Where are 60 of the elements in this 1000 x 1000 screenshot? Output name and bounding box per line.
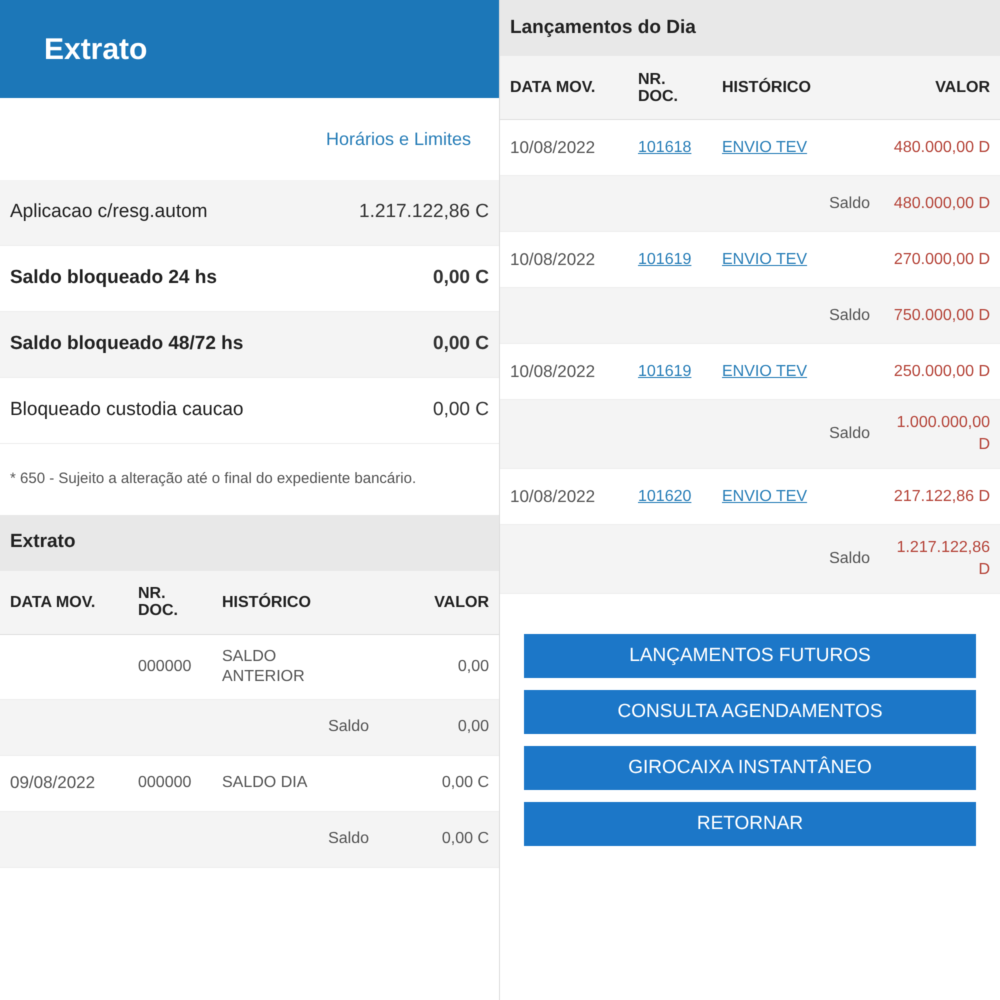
- action-button[interactable]: CONSULTA AGENDAMENTOS: [524, 690, 976, 734]
- history-link[interactable]: ENVIO TEV: [722, 486, 822, 506]
- document-cell-text: 000000: [138, 773, 192, 793]
- document-link[interactable]: 101619: [638, 360, 722, 384]
- summary-value: 0,00 C: [432, 266, 489, 290]
- history-link[interactable]: ENVIO TEV: [722, 250, 822, 270]
- history-link[interactable]: ENVIO TEV: [722, 138, 822, 158]
- column-header: VALOR: [934, 79, 990, 96]
- value-cell-text: 0,00 C: [440, 773, 489, 793]
- document-link[interactable]: 101620: [638, 484, 722, 508]
- page-title: Extrato: [44, 32, 148, 68]
- balance-label: Saldo: [828, 424, 870, 444]
- balance-label: Saldo: [828, 194, 870, 214]
- value-cell-text: 750.000,00 D: [892, 306, 990, 326]
- summary-value: 1.217.122,86 C: [359, 200, 489, 224]
- document-link[interactable]: 101618: [638, 136, 722, 160]
- summary-label: Saldo bloqueado 48/72 hs: [10, 332, 244, 356]
- hours-limits-link[interactable]: Horários e Limites: [326, 126, 471, 152]
- action-button[interactable]: RETORNAR: [524, 802, 976, 846]
- date-cell-text: 10/08/2022: [510, 248, 596, 271]
- column-header: DATA MOV.: [10, 594, 96, 610]
- history-cell-text: SALDO DIA: [222, 773, 308, 793]
- value-cell-text: 480.000,00 D: [892, 194, 990, 214]
- value-cell-text: 1.000.000,00 D: [896, 413, 990, 455]
- summary-value: 0,00 C: [432, 398, 489, 422]
- history-cell-text: SALDO ANTERIOR: [222, 646, 306, 686]
- value-cell-text: 0,00: [456, 656, 489, 676]
- value-cell-text: 270.000,00 D: [892, 250, 990, 270]
- balance-label: Saldo: [327, 829, 369, 849]
- date-cell-text: 10/08/2022: [510, 360, 596, 383]
- value-cell-text: 1.217.122,86 D: [896, 538, 990, 580]
- document-link[interactable]: 101619: [638, 248, 722, 272]
- summary-label: Saldo bloqueado 24 hs: [10, 266, 217, 290]
- column-header: DATA MOV.: [510, 79, 596, 96]
- balance-label: Saldo: [327, 717, 369, 737]
- date-cell-text: 09/08/2022: [10, 772, 96, 794]
- footnote: * 650 - Sujeito a alteração até o final do expediente bancário.: [10, 469, 418, 489]
- column-header: HISTÓRICO: [222, 594, 312, 610]
- summary-label: Aplicacao c/resg.autom: [10, 200, 208, 224]
- date-cell-text: 10/08/2022: [510, 486, 596, 508]
- summary-value: 0,00 C: [432, 332, 489, 356]
- document-cell-text: 000000: [138, 656, 192, 676]
- section-title: Extrato: [10, 530, 76, 554]
- section-title: Lançamentos do Dia: [510, 16, 696, 40]
- column-header: HISTÓRICO: [722, 79, 812, 96]
- action-button[interactable]: LANÇAMENTOS FUTUROS: [524, 634, 976, 678]
- summary-label: Bloqueado custodia caucao: [10, 398, 244, 422]
- date-cell-text: 10/08/2022: [510, 136, 596, 159]
- value-cell-text: 0,00 C: [440, 829, 489, 849]
- column-header: NR. DOC.: [138, 585, 178, 619]
- balance-label: Saldo: [828, 549, 870, 569]
- history-link[interactable]: ENVIO TEV: [722, 362, 822, 382]
- column-header: VALOR: [433, 594, 489, 610]
- value-cell-text: 480.000,00 D: [892, 138, 990, 158]
- action-button[interactable]: GIROCAIXA INSTANTÂNEO: [524, 746, 976, 790]
- value-cell-text: 250.000,00 D: [892, 362, 990, 382]
- value-cell-text: 217.122,86 D: [892, 486, 990, 506]
- value-cell-text: 0,00: [456, 717, 489, 737]
- balance-label: Saldo: [828, 306, 870, 326]
- column-header: NR. DOC.: [638, 70, 678, 104]
